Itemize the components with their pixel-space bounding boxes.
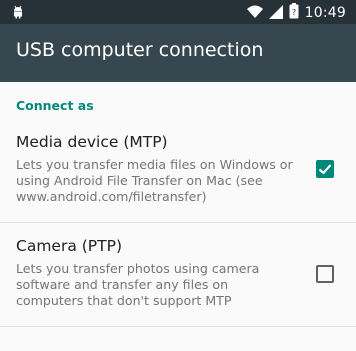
app-bar: USB computer connection xyxy=(0,24,356,82)
option-mtp[interactable]: Media device (MTP) Lets you transfer med… xyxy=(0,126,356,220)
status-time: 10:49 xyxy=(304,5,346,21)
section-header: Connect as xyxy=(16,98,94,113)
option-ptp-summary: Lets you transfer photos using camera so… xyxy=(16,261,260,308)
signal-icon xyxy=(268,4,283,23)
wifi-icon xyxy=(246,4,263,23)
option-ptp-title: Camera (PTP) xyxy=(16,237,123,255)
checkmark-icon xyxy=(318,164,332,175)
divider xyxy=(0,222,356,223)
page-title: USB computer connection xyxy=(16,39,264,61)
divider xyxy=(0,326,356,327)
option-mtp-title: Media device (MTP) xyxy=(16,133,168,151)
ptp-checkbox[interactable] xyxy=(316,265,334,283)
android-icon xyxy=(12,4,24,23)
svg-text:?: ? xyxy=(292,8,296,17)
status-bar: ? 10:49 xyxy=(0,0,356,24)
mtp-checkbox[interactable] xyxy=(316,160,334,178)
option-ptp[interactable]: Camera (PTP) Lets you transfer photos us… xyxy=(0,230,356,324)
battery-icon: ? xyxy=(289,3,299,23)
option-mtp-summary: Lets you transfer media files on Windows… xyxy=(16,157,293,204)
